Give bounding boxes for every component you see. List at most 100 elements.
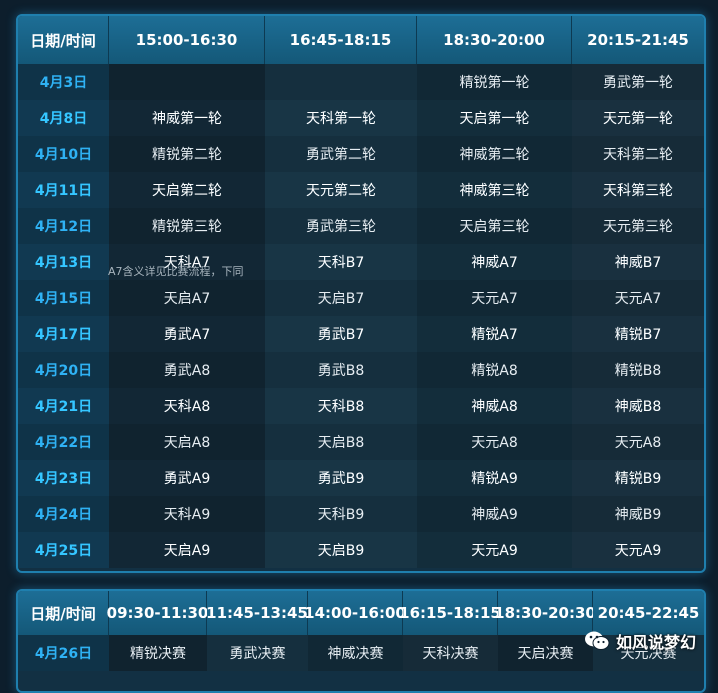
date-cell: 4月12日 <box>18 208 109 244</box>
date-cell: 4月21日 <box>18 388 109 424</box>
match-cell: 天启B7 <box>265 280 417 316</box>
header-date-time: 日期/时间 <box>18 16 109 64</box>
date-cell: 4月8日 <box>18 100 109 136</box>
match-cell: 天元第三轮 <box>572 208 704 244</box>
table-row: 4月3日 精锐第一轮 勇武第一轮 <box>18 64 704 100</box>
match-cell: 神威A9 <box>417 496 572 532</box>
table-row: 4月10日 精锐第二轮 勇武第二轮 神威第二轮 天科第二轮 <box>18 136 704 172</box>
match-cell: 精锐A8 <box>417 352 572 388</box>
match-cell: 神威B7 <box>572 244 704 280</box>
match-cell: 神威A8 <box>417 388 572 424</box>
watermark-text: 如风说梦幻 <box>615 633 696 652</box>
header-row: 日期/时间 15:00-16:30 16:45-18:15 18:30-20:00 20… <box>18 16 704 64</box>
match-cell: 精锐第一轮 <box>417 64 572 100</box>
match-cell: 天启决赛 <box>498 635 593 671</box>
match-cell: 天启B9 <box>265 532 417 568</box>
match-cell: 神威B8 <box>572 388 704 424</box>
table-row: 4月25日 天启A9 天启B9 天元A9 天元A9 <box>18 532 704 568</box>
table-row: 4月8日 神威第一轮 天科第一轮 天启第一轮 天元第一轮 <box>18 100 704 136</box>
header-time-slot: 18:30-20:00 <box>417 16 572 64</box>
header-time-slot: 18:30-20:30 <box>494 591 596 635</box>
match-cell: 精锐A7 <box>417 316 572 352</box>
date-cell: 4月15日 <box>18 280 109 316</box>
match-cell: 天科B8 <box>265 388 417 424</box>
match-cell: 天元A7 <box>572 280 704 316</box>
header-time-slot: 20:15-21:45 <box>572 16 704 64</box>
match-cell: 天启第二轮 <box>109 172 265 208</box>
match-cell: 精锐第二轮 <box>109 136 265 172</box>
match-cell: 神威A7 <box>417 244 572 280</box>
match-cell: 天科B9 <box>265 496 417 532</box>
match-cell: 天元第二轮 <box>265 172 417 208</box>
date-cell: 4月13日 <box>18 244 109 280</box>
match-cell: 精锐B9 <box>572 460 704 496</box>
match-cell: 天科决赛 <box>403 635 498 671</box>
match-cell: 勇武第一轮 <box>572 64 704 100</box>
match-cell: 天元A9 <box>572 532 704 568</box>
match-cell: 天元A9 <box>417 532 572 568</box>
header-time-slot: 15:00-16:30 <box>109 16 265 64</box>
match-cell: 天科第二轮 <box>572 136 704 172</box>
match-cell: 天启第一轮 <box>417 100 572 136</box>
match-cell: 神威第一轮 <box>109 100 265 136</box>
header-date-time: 日期/时间 <box>18 591 109 635</box>
match-cell: 天启A9 <box>109 532 265 568</box>
header-time-slot: 16:45-18:15 <box>265 16 417 64</box>
match-cell: 天启第三轮 <box>417 208 572 244</box>
match-cell: 天科B7 <box>265 244 417 280</box>
date-cell: 4月22日 <box>18 424 109 460</box>
table-row: 4月15日 天启A7 天启B7 天元A7 天元A7 <box>18 280 704 316</box>
match-cell: 天科第三轮 <box>572 172 704 208</box>
table-row: 4月23日 勇武A9 勇武B9 精锐A9 精锐B9 <box>18 460 704 496</box>
match-cell: 神威第二轮 <box>417 136 572 172</box>
date-cell: 4月17日 <box>18 316 109 352</box>
match-cell: 精锐A9 <box>417 460 572 496</box>
match-cell: 勇武B8 <box>265 352 417 388</box>
date-cell: 4月25日 <box>18 532 109 568</box>
match-cell: 神威第三轮 <box>417 172 572 208</box>
match-cell: 勇武决赛 <box>207 635 308 671</box>
date-cell: 4月24日 <box>18 496 109 532</box>
match-cell: 勇武A9 <box>109 460 265 496</box>
match-cell: 天科第一轮 <box>265 100 417 136</box>
table-row: 4月20日 勇武A8 勇武B8 精锐A8 精锐B8 <box>18 352 704 388</box>
table-row: 4月24日 天科A9 天科B9 神威A9 神威B9 <box>18 496 704 532</box>
match-cell: 天元A7 <box>417 280 572 316</box>
match-cell: 精锐第三轮 <box>109 208 265 244</box>
header-time-slot: 09:30-11:30 <box>107 591 208 635</box>
schedule-table-main: 日期/时间 15:00-16:30 16:45-18:15 18:30-20:00 20… <box>16 14 706 573</box>
match-cell: 神威决赛 <box>308 635 403 671</box>
table-row: 4月12日 精锐第三轮 勇武第三轮 天启第三轮 天元第三轮 <box>18 208 704 244</box>
header-time-slot: 14:00-16:00 <box>304 591 406 635</box>
match-cell: 勇武第二轮 <box>265 136 417 172</box>
match-cell: 勇武A7 <box>109 316 265 352</box>
match-cell: 勇武A8 <box>109 352 265 388</box>
table-row: 4月21日 天科A8 天科B8 神威A8 神威B8 <box>18 388 704 424</box>
footnote: A7含义详见比赛流程，下同 <box>108 265 244 278</box>
header-time-slot: 16:15-18:15 <box>399 591 501 635</box>
date-cell: 4月20日 <box>18 352 109 388</box>
match-cell: 天元第一轮 <box>572 100 704 136</box>
table-row: 4月22日 天启A8 天启B8 天元A8 天元A8 <box>18 424 704 460</box>
match-cell <box>265 64 417 100</box>
table-row: 4月11日 天启第二轮 天元第二轮 神威第三轮 天科第三轮 <box>18 172 704 208</box>
match-cell: 天启A8 <box>109 424 265 460</box>
date-cell: 4月26日 <box>18 635 109 671</box>
match-cell: 勇武B9 <box>265 460 417 496</box>
match-cell: 天元A8 <box>572 424 704 460</box>
match-cell: 勇武第三轮 <box>265 208 417 244</box>
date-cell: 4月11日 <box>18 172 109 208</box>
schedule-grid-main: 日期/时间 15:00-16:30 16:45-18:15 18:30-20:00 20… <box>18 16 704 568</box>
match-cell: 天科A9 <box>109 496 265 532</box>
date-cell: 4月10日 <box>18 136 109 172</box>
match-cell: 勇武B7 <box>265 316 417 352</box>
match-cell: 天启A7 <box>109 280 265 316</box>
match-cell: 精锐决赛 <box>109 635 207 671</box>
wechat-icon <box>584 630 610 652</box>
match-cell: 精锐B8 <box>572 352 704 388</box>
header-time-slot: 11:45-13:45 <box>206 591 308 635</box>
date-cell: 4月3日 <box>18 64 109 100</box>
watermark: 如风说梦幻 <box>584 629 696 653</box>
table-row: 4月17日 勇武A7 勇武B7 精锐A7 精锐B7 <box>18 316 704 352</box>
match-cell: 天元A8 <box>417 424 572 460</box>
